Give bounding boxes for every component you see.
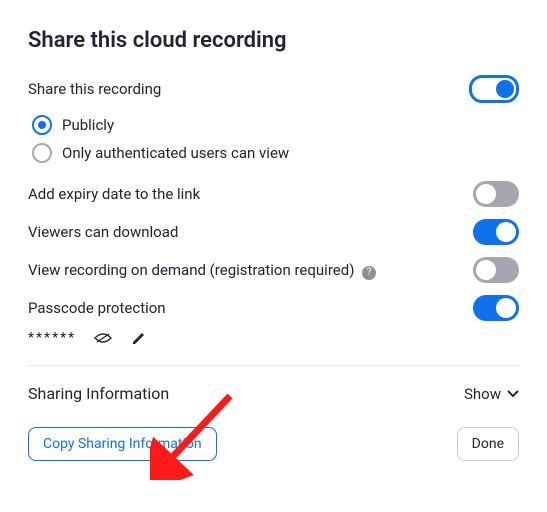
show-label: Show xyxy=(464,385,501,403)
download-label: Viewers can download xyxy=(28,222,178,243)
download-row: Viewers can download xyxy=(28,219,519,245)
sharing-info-header: Sharing Information Show xyxy=(28,384,519,403)
share-recording-toggle[interactable] xyxy=(469,75,519,103)
download-toggle[interactable] xyxy=(473,219,519,245)
copy-sharing-info-button[interactable]: Copy Sharing Information xyxy=(28,427,217,461)
expiry-row: Add expiry date to the link xyxy=(28,181,519,207)
passcode-row: Passcode protection xyxy=(28,295,519,321)
radio-authenticated[interactable]: Only authenticated users can view xyxy=(32,143,519,163)
dialog-title: Share this cloud recording xyxy=(28,28,519,53)
radio-publicly[interactable]: Publicly xyxy=(32,115,519,135)
divider xyxy=(28,365,519,366)
share-visibility-radios: Publicly Only authenticated users can vi… xyxy=(32,115,519,163)
sharing-info-label: Sharing Information xyxy=(28,384,169,403)
show-sharing-info-button[interactable]: Show xyxy=(464,385,519,403)
share-recording-dialog: Share this cloud recording Share this re… xyxy=(0,0,547,481)
radio-icon xyxy=(32,143,52,163)
passcode-label: Passcode protection xyxy=(28,298,166,319)
expiry-toggle[interactable] xyxy=(473,181,519,207)
help-icon[interactable]: ? xyxy=(362,266,376,280)
expiry-label: Add expiry date to the link xyxy=(28,184,200,205)
ondemand-text: View recording on demand (registration r… xyxy=(28,261,354,279)
share-recording-row: Share this recording xyxy=(28,75,519,103)
passcode-toggle[interactable] xyxy=(473,295,519,321)
passcode-value-row: ****** xyxy=(28,329,519,347)
dialog-footer: Copy Sharing Information Done xyxy=(28,427,519,461)
ondemand-label: View recording on demand (registration r… xyxy=(28,260,376,281)
ondemand-row: View recording on demand (registration r… xyxy=(28,257,519,283)
radio-icon xyxy=(32,115,52,135)
passcode-mask: ****** xyxy=(28,330,76,346)
radio-publicly-label: Publicly xyxy=(62,116,114,134)
edit-passcode-icon[interactable] xyxy=(130,329,148,347)
chevron-down-icon xyxy=(507,390,519,398)
done-button[interactable]: Done xyxy=(457,427,519,461)
ondemand-toggle[interactable] xyxy=(473,257,519,283)
radio-authenticated-label: Only authenticated users can view xyxy=(62,144,289,162)
share-recording-label: Share this recording xyxy=(28,79,161,100)
reveal-passcode-icon[interactable] xyxy=(94,329,112,347)
